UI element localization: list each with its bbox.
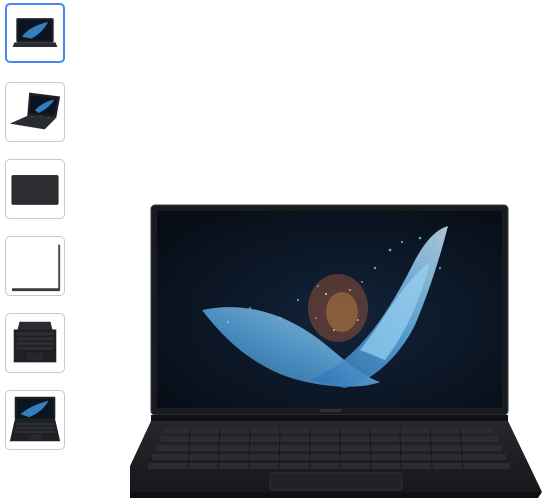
thumbnail-keyboard[interactable] — [5, 313, 65, 373]
thumbnail-angled-left[interactable] — [5, 82, 65, 142]
main-product-image[interactable] — [130, 190, 547, 502]
thumbnail-closed-lid[interactable] — [5, 159, 65, 219]
thumbnail-front-open[interactable] — [5, 3, 65, 63]
laptop-closed-thumb-image — [11, 175, 59, 205]
laptop-angled-front-thumb-image — [9, 396, 61, 442]
laptop-side-thumb-image — [11, 244, 61, 292]
thumbnail-side-profile[interactable] — [5, 236, 65, 296]
laptop-angled-thumb-image — [9, 92, 61, 130]
laptop-keyboard-thumb-image — [13, 321, 57, 363]
laptop-front-thumb-image — [12, 18, 58, 47]
laptop-main-image — [130, 204, 542, 498]
thumbnail-angled-front[interactable] — [5, 390, 65, 450]
thumbnail-rail — [0, 0, 80, 502]
